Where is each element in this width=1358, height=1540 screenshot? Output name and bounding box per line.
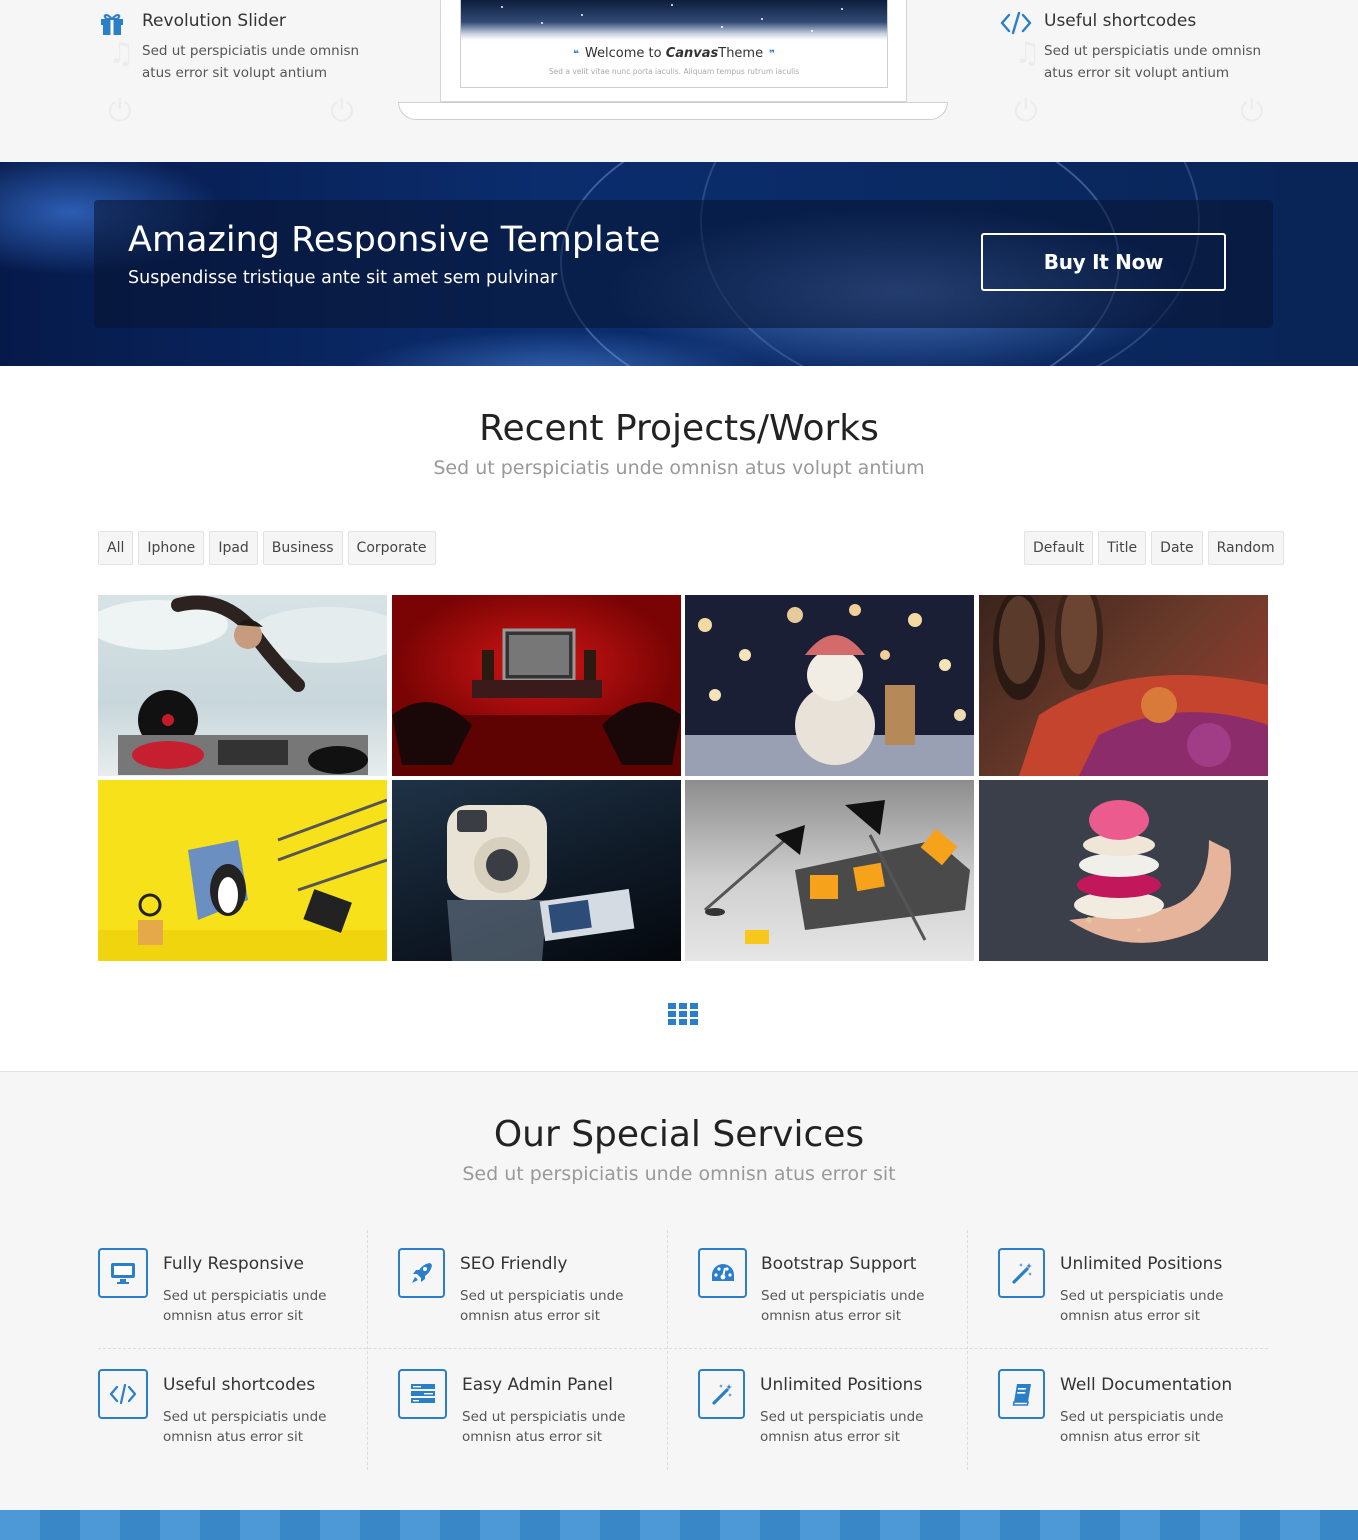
gift-icon [98,10,126,36]
filter-corporate[interactable]: Corporate [347,531,436,565]
project-thumb-sofa[interactable] [685,780,974,961]
top-features-section: ♫ ⏻ ⏻ ♫ ⏻ ⏻ Revolution Slider Sed ut per… [0,0,1358,162]
service-title: Unlimited Positions [1060,1254,1223,1274]
service-title: Easy Admin Panel [462,1375,613,1395]
portfolio-filter: All Iphone Ipad Business Corporate [98,531,436,565]
promo-banner: Amazing Responsive Template Suspendisse … [0,162,1358,366]
projects-subtitle: Sed ut perspiciatis unde omnisn atus vol… [433,457,925,479]
sort-default[interactable]: Default [1024,531,1094,565]
laptop-base [398,102,948,120]
project-thumb-macarons[interactable] [979,780,1268,961]
quote-close-icon: ❞ [769,49,775,60]
buy-it-now-button[interactable]: Buy It Now [981,233,1226,291]
power-deco-icon: ⏻ [330,94,354,129]
service-title: Useful shortcodes [163,1375,316,1395]
service-title: Fully Responsive [163,1254,304,1274]
list-icon [398,1369,447,1419]
service-text: Sed ut perspiciatis unde omnisn atus err… [760,1409,924,1445]
rocket-icon [398,1248,445,1298]
project-thumb-yellow[interactable] [98,780,387,961]
testimonial-strip-edge [0,1510,1358,1540]
project-thumb-camera[interactable] [392,780,681,961]
monitor-icon [98,1248,148,1298]
sort-random[interactable]: Random [1207,531,1284,565]
promo-box: Amazing Responsive Template Suspendisse … [94,200,1273,328]
projects-title: Recent Projects/Works [479,408,879,449]
space-image [461,0,887,40]
quote-open-icon: ❝ [573,49,579,60]
service-text: Sed ut perspiciatis unde omnisn atus err… [460,1288,624,1324]
feature-revolution-slider: Revolution Slider Sed ut perspiciatis un… [98,8,398,84]
feature-useful-shortcodes: Useful shortcodes Sed ut perspiciatis un… [1000,8,1300,84]
service-text: Sed ut perspiciatis unde omnisn atus err… [1060,1288,1224,1324]
magic-wand-icon [698,1369,745,1419]
laptop-subtext: Sed a velit vitae nunc porta iaculis. Al… [548,67,800,76]
power-deco-icon: ⏻ [108,94,132,129]
dashboard-icon [698,1248,747,1298]
service-text: Sed ut perspiciatis unde omnisn atus err… [1060,1409,1224,1445]
services-subtitle: Sed ut perspiciatis unde omnisn atus err… [462,1163,896,1185]
service-text: Sed ut perspiciatis unde omnisn atus err… [163,1288,327,1324]
filter-all[interactable]: All [98,531,134,565]
view-all-grid-icon[interactable] [668,1003,698,1025]
project-thumb-dj[interactable] [98,595,387,776]
project-thumb-nails[interactable] [979,595,1268,776]
filter-business[interactable]: Business [262,531,343,565]
feature-text: Sed ut perspiciatis unde omnisn atus err… [1044,43,1262,81]
book-icon [998,1369,1045,1419]
portfolio-grid [98,595,1268,961]
feature-title: Revolution Slider [142,11,286,31]
code-icon [98,1369,148,1419]
project-thumb-red-room[interactable] [392,595,681,776]
service-text: Sed ut perspiciatis unde omnisn atus err… [163,1409,327,1445]
power-deco-icon: ⏻ [1240,94,1264,129]
sort-date[interactable]: Date [1151,531,1203,565]
promo-subtitle: Suspendisse tristique ante sit amet sem … [128,268,558,288]
promo-title: Amazing Responsive Template [128,220,661,260]
services-title: Our Special Services [493,1114,865,1155]
brand-name: Canvas [665,46,719,61]
service-title: SEO Friendly [460,1254,568,1274]
laptop-display: ❝ Welcome to CanvasTheme ❞ Sed a velit vit… [460,0,888,88]
laptop-mockup: ❝ Welcome to CanvasTheme ❞ Sed a velit vit… [440,0,907,102]
project-thumb-snowman[interactable] [685,595,974,776]
laptop-welcome-text: ❝ Welcome to CanvasTheme ❞ [573,46,775,61]
service-title: Unlimited Positions [760,1375,923,1395]
portfolio-sort: Default Title Date Random [1024,531,1284,565]
service-title: Well Documentation [1060,1375,1233,1395]
service-text: Sed ut perspiciatis unde omnisn atus err… [761,1288,925,1324]
feature-text: Sed ut perspiciatis unde omnisn atus err… [142,43,360,81]
magic-wand-icon [998,1248,1045,1298]
service-text: Sed ut perspiciatis unde omnisn atus err… [462,1409,626,1445]
filter-iphone[interactable]: Iphone [138,531,205,565]
filter-ipad[interactable]: Ipad [209,531,258,565]
power-deco-icon: ⏻ [1014,94,1038,129]
service-title: Bootstrap Support [761,1254,917,1274]
feature-title: Useful shortcodes [1044,11,1197,31]
sort-title[interactable]: Title [1098,531,1147,565]
code-icon [1000,10,1032,36]
